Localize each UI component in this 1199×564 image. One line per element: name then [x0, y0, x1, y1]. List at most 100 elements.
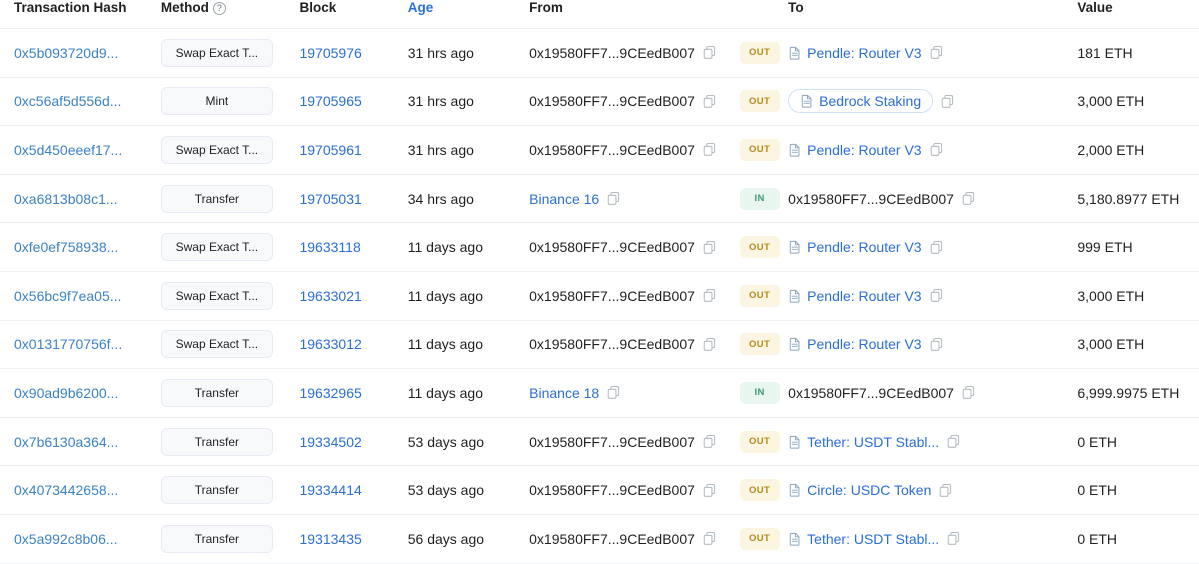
- transaction-hash-link[interactable]: 0xa6813b08c1...: [14, 191, 118, 207]
- block-number-link[interactable]: 19632965: [299, 385, 361, 401]
- block-number-link[interactable]: 19705965: [299, 93, 361, 109]
- transaction-hash-link[interactable]: 0x5b093720d9...: [14, 45, 118, 61]
- copy-from-address-icon[interactable]: [606, 385, 621, 400]
- from-address-link[interactable]: Binance 16: [529, 191, 599, 207]
- table-row: 0xfe0ef758938... Swap Exact T... 19633118 1…: [0, 223, 1199, 272]
- block-number-link[interactable]: 19313435: [299, 531, 361, 547]
- copy-to-address-icon[interactable]: [929, 288, 944, 303]
- column-header-label[interactable]: Age: [408, 0, 434, 15]
- column-header-transaction-hash: Transaction Hash: [0, 0, 161, 29]
- block-number-link[interactable]: 19633118: [299, 239, 360, 255]
- to-address-label[interactable]: Pendle: Router V3: [807, 288, 921, 304]
- method-badge[interactable]: Transfer: [160, 184, 273, 213]
- method-badge[interactable]: Swap Exact T...: [160, 38, 273, 67]
- block-number-link[interactable]: 19705031: [299, 191, 361, 207]
- block-number-link[interactable]: 19705961: [299, 142, 361, 158]
- transaction-hash-link[interactable]: 0x0131770756f...: [14, 336, 122, 352]
- copy-to-address-icon[interactable]: [938, 483, 953, 498]
- method-badge[interactable]: Transfer: [160, 476, 273, 505]
- block-number-link[interactable]: 19334414: [299, 482, 361, 498]
- copy-from-address-icon[interactable]: [702, 434, 717, 449]
- to-address-label[interactable]: Tether: USDT Stabl...: [807, 434, 939, 450]
- help-icon[interactable]: ?: [212, 2, 226, 15]
- to-address: Pendle: Router V3: [788, 142, 1063, 158]
- cell-transaction-hash: 0x7b6130a364...: [0, 417, 161, 466]
- method-badge[interactable]: Swap Exact T...: [160, 330, 273, 359]
- to-address-inner: 0x19580FF7...9CEedB007: [788, 191, 954, 207]
- method-badge[interactable]: Transfer: [160, 378, 273, 407]
- copy-from-address-icon[interactable]: [702, 142, 717, 157]
- to-address-label[interactable]: Pendle: Router V3: [807, 45, 921, 61]
- method-label: Swap Exact T...: [175, 240, 259, 255]
- copy-from-address-icon[interactable]: [702, 337, 717, 352]
- value-text: 0 ETH: [1077, 433, 1118, 450]
- transaction-hash-link[interactable]: 0xfe0ef758938...: [14, 239, 118, 255]
- copy-to-address-icon[interactable]: [946, 434, 961, 449]
- copy-from-address-icon[interactable]: [702, 45, 717, 60]
- method-badge[interactable]: Swap Exact T...: [160, 135, 273, 164]
- table-row: 0x5b093720d9... Swap Exact T... 19705976 31…: [0, 29, 1199, 78]
- from-address: 0x19580FF7...9CEedB007: [529, 434, 739, 450]
- to-address-label[interactable]: Bedrock Staking: [819, 93, 921, 109]
- to-address-label[interactable]: Pendle: Router V3: [807, 239, 921, 255]
- cell-direction: OUT: [739, 29, 789, 78]
- transaction-hash-link[interactable]: 0x4073442658...: [14, 482, 118, 498]
- copy-to-address-icon[interactable]: [929, 142, 944, 157]
- to-address-inner: Pendle: Router V3: [788, 336, 922, 352]
- direction-badge-out: OUT: [739, 236, 780, 259]
- to-address-label[interactable]: Pendle: Router V3: [807, 142, 921, 158]
- cell-transaction-hash: 0xfe0ef758938...: [0, 223, 161, 272]
- value-text: 6,999.9975 ETH: [1077, 384, 1180, 401]
- copy-to-address-icon[interactable]: [929, 337, 944, 352]
- cell-method: Transfer: [160, 369, 300, 418]
- copy-to-address-icon[interactable]: [961, 385, 976, 400]
- transaction-hash-link[interactable]: 0x56bc9f7ea05...: [14, 288, 121, 304]
- age-text: 31 hrs ago: [407, 141, 474, 158]
- method-badge[interactable]: Swap Exact T...: [160, 281, 273, 310]
- column-header-age[interactable]: Age: [408, 0, 529, 29]
- table-row: 0x7b6130a364... Transfer 19334502 53 days a…: [0, 417, 1199, 466]
- copy-to-address-icon[interactable]: [946, 531, 961, 546]
- copy-from-address-icon[interactable]: [702, 483, 717, 498]
- cell-block: 19705965: [299, 77, 407, 126]
- table-row: 0x5d450eeef17... Swap Exact T... 19705961 3…: [0, 126, 1199, 175]
- block-number-link[interactable]: 19705976: [299, 45, 361, 61]
- copy-from-address-icon[interactable]: [702, 240, 717, 255]
- to-address-label[interactable]: Tether: USDT Stabl...: [807, 531, 939, 547]
- block-number-link[interactable]: 19633021: [299, 288, 361, 304]
- cell-from: Binance 16: [529, 174, 739, 223]
- transaction-hash-link[interactable]: 0x90ad9b6200...: [14, 385, 118, 401]
- transaction-hash-link[interactable]: 0xc56af5d556d...: [14, 93, 121, 109]
- to-address: Pendle: Router V3: [788, 288, 1063, 304]
- method-badge[interactable]: Transfer: [160, 427, 273, 456]
- method-badge[interactable]: Swap Exact T...: [160, 233, 273, 262]
- value-text: 2,000 ETH: [1077, 141, 1145, 158]
- table-row: 0xa6813b08c1... Transfer 19705031 34 hrs ag…: [0, 174, 1199, 223]
- method-badge[interactable]: Mint: [160, 87, 273, 116]
- copy-from-address-icon[interactable]: [606, 191, 621, 206]
- copy-from-address-icon[interactable]: [702, 531, 717, 546]
- copy-from-address-icon[interactable]: [702, 288, 717, 303]
- cell-to: Circle: USDC Token: [788, 466, 1063, 515]
- cell-age: 31 hrs ago: [408, 77, 529, 126]
- to-address-label[interactable]: Circle: USDC Token: [807, 482, 931, 498]
- copy-to-address-icon[interactable]: [961, 191, 976, 206]
- age-text: 31 hrs ago: [407, 93, 474, 110]
- cell-to: Pendle: Router V3: [788, 223, 1063, 272]
- copy-to-address-icon[interactable]: [940, 94, 955, 109]
- cell-direction: OUT: [739, 271, 789, 320]
- to-address-label[interactable]: Pendle: Router V3: [807, 336, 921, 352]
- copy-from-address-icon[interactable]: [702, 94, 717, 109]
- method-badge[interactable]: Transfer: [160, 524, 273, 553]
- transaction-hash-link[interactable]: 0x7b6130a364...: [14, 434, 118, 450]
- block-number-link[interactable]: 19633012: [299, 336, 361, 352]
- copy-to-address-icon[interactable]: [929, 45, 944, 60]
- copy-to-address-icon[interactable]: [929, 240, 944, 255]
- transaction-hash-link[interactable]: 0x5d450eeef17...: [14, 142, 122, 158]
- cell-value: 5,180.8977 ETH: [1063, 174, 1199, 223]
- block-number-link[interactable]: 19334502: [299, 434, 361, 450]
- cell-block: 19633118: [299, 223, 407, 272]
- transaction-hash-link[interactable]: 0x5a992c8b06...: [14, 531, 118, 547]
- transactions-table: Transaction Hash Method? Block Age From …: [0, 0, 1199, 564]
- from-address-link[interactable]: Binance 18: [529, 385, 599, 401]
